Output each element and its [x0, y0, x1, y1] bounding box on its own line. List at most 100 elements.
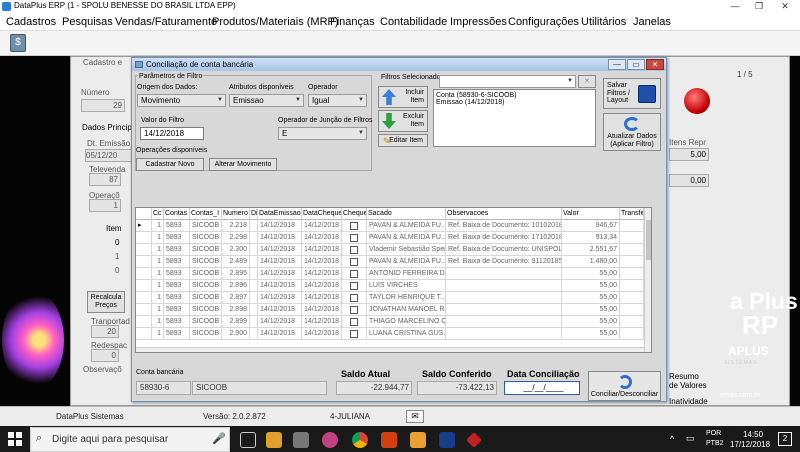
grid-row-indicator[interactable] — [136, 328, 152, 340]
grid-cell-di[interactable] — [250, 292, 258, 304]
grid-cell[interactable]: 2.218 — [222, 220, 250, 232]
grid-cell-transfe[interactable] — [620, 256, 644, 268]
grid-cell[interactable]: 1 — [152, 328, 164, 340]
grid-cell[interactable]: 14/12/2018 — [302, 232, 342, 244]
grid-cell-transfe[interactable] — [620, 244, 644, 256]
grid-cell[interactable]: 946,67 — [562, 220, 620, 232]
grid-cell[interactable]: 14/12/2018 — [258, 244, 302, 256]
filtros-listbox[interactable]: Conta (58930-6-SICOOB) Emissao (14/12/20… — [433, 89, 596, 147]
grid-cell[interactable]: PAVAN & ALMEIDA FU... — [367, 220, 446, 232]
dt-emissao-field[interactable]: 05/12/20 — [85, 149, 133, 162]
grid-cell[interactable]: 5893 — [164, 232, 190, 244]
grid-header-numero[interactable]: Numero — [222, 208, 250, 220]
cheque-checkbox[interactable] — [350, 270, 358, 278]
grid-header-transfe[interactable]: Transfe — [620, 208, 644, 220]
conta-numero-field[interactable]: 58930-6 — [136, 381, 191, 395]
filtro-item-conta[interactable]: Conta (58930-6-SICOOB) — [436, 92, 593, 99]
minimize-button[interactable]: — — [724, 0, 746, 13]
grid-cell[interactable]: 2.551,67 — [562, 244, 620, 256]
resumo-valores-label[interactable]: Resumo de Valores — [669, 372, 709, 390]
menu-contabilidade[interactable]: Contabilidade — [380, 16, 447, 28]
grid-row-indicator[interactable] — [136, 256, 152, 268]
grid-cell[interactable] — [446, 316, 562, 328]
grid-cell[interactable]: 5893 — [164, 328, 190, 340]
dialog-close-button[interactable]: ✕ — [646, 59, 664, 70]
grid-cell[interactable]: SICOOB — [190, 232, 222, 244]
grid-cell[interactable]: 2.298 — [222, 232, 250, 244]
grid-cell-di[interactable] — [250, 220, 258, 232]
grid-row-indicator[interactable] — [136, 316, 152, 328]
notification-center-icon[interactable]: 2 — [778, 432, 792, 446]
menu-impressoes[interactable]: Impressões — [450, 16, 507, 28]
grid-cell[interactable]: 5893 — [164, 292, 190, 304]
conta-nome-field[interactable]: SICOOB — [192, 381, 327, 395]
grid-cell-di[interactable] — [250, 280, 258, 292]
grid-cell-di[interactable] — [250, 304, 258, 316]
operacao-field[interactable]: 1 — [89, 199, 121, 212]
grid-row-indicator[interactable]: ▸ — [136, 220, 152, 232]
grid-cell[interactable]: Ref. Baixa de Documento: 17102018... — [446, 232, 562, 244]
cheque-checkbox[interactable] — [350, 330, 358, 338]
grid-row-indicator[interactable] — [136, 232, 152, 244]
filtros-combo[interactable]: ▼ — [439, 75, 576, 88]
grid-cell[interactable]: ANTONIO FERREIRA D... — [367, 268, 446, 280]
movements-grid[interactable]: Cc Contas Contas_I Numero Di DataEmissao… — [135, 207, 652, 353]
app-icon-yellow[interactable] — [410, 432, 426, 448]
grid-cell[interactable]: 14/12/2018 — [302, 316, 342, 328]
mail-icon[interactable]: ✉ — [406, 410, 424, 423]
grid-cell[interactable]: 14/12/2018 — [258, 220, 302, 232]
menu-financas[interactable]: Finanças — [330, 16, 375, 28]
dialog-minimize-button[interactable]: — — [608, 59, 626, 70]
tab-dados-principais[interactable]: Dados Princip — [82, 123, 132, 132]
grid-cell[interactable]: 1 — [152, 292, 164, 304]
windows-start-icon[interactable] — [8, 432, 22, 446]
grid-cell[interactable]: 1 — [152, 268, 164, 280]
grid-header-contas-i[interactable]: Contas_I — [190, 208, 222, 220]
cheque-checkbox[interactable] — [350, 294, 358, 302]
grid-cell[interactable]: Ref. Baixa de Documento: UNISPOL... — [446, 244, 562, 256]
menu-janelas[interactable]: Janelas — [633, 16, 671, 28]
grid-cell[interactable]: SICOOB — [190, 268, 222, 280]
grid-header-sacado[interactable]: Sacado — [367, 208, 446, 220]
grid-cell[interactable]: Ref. Baixa de Documento: 91120185... — [446, 256, 562, 268]
operador-combo[interactable]: Igual ▼ — [308, 94, 367, 107]
grid-horizontal-scrollbar[interactable] — [136, 347, 644, 352]
grid-cell[interactable]: 14/12/2018 — [302, 280, 342, 292]
grid-cell[interactable]: 1 — [152, 256, 164, 268]
grid-cell[interactable]: 14/12/2018 — [302, 268, 342, 280]
grid-cell[interactable]: SICOOB — [190, 280, 222, 292]
grid-cell[interactable]: 2.489 — [222, 256, 250, 268]
grid-row-indicator[interactable] — [136, 292, 152, 304]
grid-cell[interactable]: 913,34 — [562, 232, 620, 244]
grid-cell[interactable] — [446, 280, 562, 292]
cheque-checkbox[interactable] — [350, 234, 358, 242]
recalcular-precos-button[interactable]: Recalcula Preços — [87, 291, 125, 313]
chrome-icon[interactable] — [352, 432, 368, 448]
cheque-checkbox[interactable] — [350, 222, 358, 230]
grid-header-contas[interactable]: Contas — [164, 208, 190, 220]
grid-cell[interactable]: PAVAN & ALMEIDA FU... — [367, 256, 446, 268]
grid-cell[interactable]: 5893 — [164, 316, 190, 328]
grid-cell[interactable]: SICOOB — [190, 256, 222, 268]
grid-cell[interactable]: 5893 — [164, 220, 190, 232]
grid-cell-transfe[interactable] — [620, 304, 644, 316]
cadastrar-novo-button[interactable]: Cadastrar Novo — [136, 158, 204, 171]
menu-pesquisas[interactable]: Pesquisas — [62, 16, 113, 28]
grid-cell[interactable]: 2.898 — [222, 304, 250, 316]
grid-cell[interactable]: SICOOB — [190, 220, 222, 232]
clear-filter-icon[interactable]: ✕ — [578, 75, 596, 88]
menu-vendas-faturamento[interactable]: Vendas/Faturamento — [115, 16, 217, 28]
conciliar-desconciliar-button[interactable]: Conciliar/Desconciliar — [588, 371, 661, 401]
grid-row-indicator[interactable] — [136, 244, 152, 256]
grid-cell[interactable]: 14/12/2018 — [258, 316, 302, 328]
grid-cell-transfe[interactable] — [620, 316, 644, 328]
task-view-icon[interactable] — [240, 432, 256, 448]
grid-cell[interactable]: THIAGO MARCELINO C... — [367, 316, 446, 328]
app-icon-blue[interactable] — [439, 432, 455, 448]
grid-cell[interactable]: SICOOB — [190, 304, 222, 316]
grid-cell[interactable]: 2.897 — [222, 292, 250, 304]
language-indicator[interactable]: POR — [706, 430, 721, 437]
grid-cell[interactable]: 2.300 — [222, 244, 250, 256]
value-field-500[interactable]: 5,00 — [669, 148, 709, 161]
cheque-checkbox[interactable] — [350, 306, 358, 314]
